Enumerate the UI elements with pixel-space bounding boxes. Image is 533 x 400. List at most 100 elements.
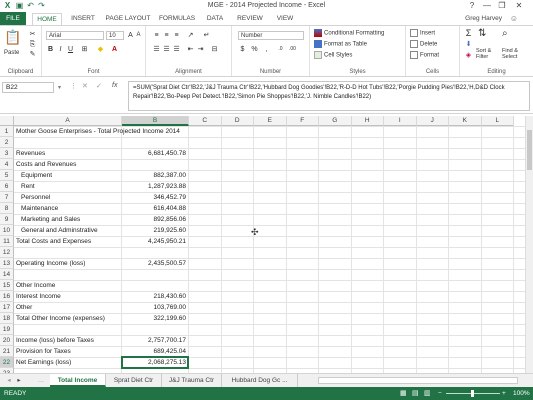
cell-b6[interactable]: 1,287,923.88 [122,181,186,192]
bold-icon[interactable]: B [46,45,55,54]
tab-formulas[interactable]: FORMULAS [156,13,198,25]
zoom-out-icon[interactable]: − [438,387,442,400]
cell-styles-button[interactable]: Cell Styles [314,51,352,59]
name-box[interactable]: B22 [2,82,54,93]
page-break-view-icon[interactable]: ▥ [424,387,431,400]
shrink-font-icon[interactable]: A [134,31,143,40]
conditional-formatting-button[interactable]: Conditional Formatting [314,29,384,37]
column-header-k[interactable]: K [449,116,482,126]
percent-style-icon[interactable]: % [250,45,259,54]
cell-a6[interactable]: Rent [21,181,35,192]
row-header-15[interactable]: 15 [0,280,14,291]
column-header-d[interactable]: D [221,116,254,126]
comma-style-icon[interactable]: , [262,45,271,54]
format-painter-icon[interactable]: ✎ [28,50,37,59]
sheet-list-icon[interactable]: … [34,374,48,387]
delete-button[interactable]: Delete [410,40,437,48]
format-button[interactable]: Format [410,51,439,59]
row-header-19[interactable]: 19 [0,324,14,335]
row-header-9[interactable]: 9 [0,214,14,225]
selected-cell-b22[interactable] [121,356,189,369]
row-header-7[interactable]: 7 [0,192,14,203]
sheet-tab-hubbard-dog[interactable]: Hubbard Dog Gc ... [222,374,298,387]
cell-b8[interactable]: 616,404.88 [122,203,186,214]
row-header-8[interactable]: 8 [0,203,14,214]
align-center-icon[interactable]: ☰ [162,45,171,54]
column-header-j[interactable]: J [416,116,449,126]
column-header-l[interactable]: L [481,116,514,126]
tab-review[interactable]: REVIEW [232,13,268,25]
row-header-12[interactable]: 12 [0,247,14,258]
cell-a18[interactable]: Total Other Income (expenses) [16,313,105,324]
align-left-icon[interactable]: ☰ [152,45,161,54]
cell-a8[interactable]: Maintenance [21,203,58,214]
column-header-g[interactable]: G [319,116,352,126]
zoom-in-icon[interactable]: + [502,387,506,400]
row-header-5[interactable]: 5 [0,170,14,181]
font-size-dropdown[interactable]: 10 [106,31,124,40]
fill-color-icon[interactable]: ◆ [96,45,105,54]
indent-decrease-icon[interactable]: ⇤ [186,45,195,54]
row-header-14[interactable]: 14 [0,269,14,280]
formula-input[interactable]: =SUM('Sprat Diet Ctr'!B22,'J&J Trauma Ct… [128,81,530,111]
cell-a4[interactable]: Costs and Revenues [16,159,76,170]
accounting-format-icon[interactable]: $ [238,45,247,54]
tab-home[interactable]: HOME [32,13,62,25]
row-header-20[interactable]: 20 [0,335,14,346]
row-header-10[interactable]: 10 [0,225,14,236]
horizontal-scrollbar[interactable] [318,377,518,384]
cell-b11[interactable]: 4,245,950.21 [122,236,186,247]
row-header-11[interactable]: 11 [0,236,14,247]
cell-a20[interactable]: Income (loss) before Taxes [16,335,94,346]
cell-b5[interactable]: 882,387.00 [122,170,186,181]
font-color-icon[interactable]: A [110,45,119,54]
cell-a17[interactable]: Other [16,302,32,313]
zoom-level[interactable]: 100% [513,387,530,400]
tab-insert[interactable]: INSERT [66,13,100,25]
orientation-icon[interactable]: ↗ [186,31,195,40]
row-header-13[interactable]: 13 [0,258,14,269]
merge-center-icon[interactable]: ⊟ [210,45,219,54]
cell-a16[interactable]: Interest Income [16,291,61,302]
row-header-16[interactable]: 16 [0,291,14,302]
cell-a11[interactable]: Total Costs and Expenses [16,236,91,247]
next-sheet-icon[interactable]: ▸ [14,374,24,387]
column-header-i[interactable]: I [384,116,417,126]
worksheet-grid[interactable]: ABCDEFGHIJKL 1 2 3 4 5 6 7 8 9 10 11 12 13 14 15 16 17 18… [0,116,525,373]
tab-data[interactable]: DATA [202,13,228,25]
cell-b13[interactable]: 2,435,500.57 [122,258,186,269]
vertical-scrollbar[interactable] [525,116,533,373]
underline-icon[interactable]: U [66,45,75,54]
cancel-entry-icon[interactable]: ✕ [82,82,88,90]
paste-icon[interactable]: 📋 [4,29,21,46]
fbar-menu-icon[interactable]: ⋮ [70,82,77,90]
format-as-table-button[interactable]: Format as Table [314,40,367,48]
cell-a1[interactable]: Mother Goose Enterprises - Total Project… [16,126,180,137]
sort-filter-icon[interactable]: ⇅ [478,28,486,39]
clear-icon[interactable]: ◈ [464,51,473,60]
page-layout-view-icon[interactable]: ▤ [412,387,419,400]
cell-b16[interactable]: 218,430.60 [122,291,186,302]
align-right-icon[interactable]: ☰ [172,45,181,54]
user-avatar[interactable]: ☺ [506,13,522,25]
zoom-slider-thumb[interactable] [471,390,474,397]
autosum-icon[interactable]: Σ [464,29,473,38]
column-header-a[interactable]: A [14,116,122,126]
insert-function-button[interactable]: fx [112,82,117,89]
cell-b17[interactable]: 103,769.00 [122,302,186,313]
normal-view-icon[interactable]: ▦ [400,387,407,400]
font-name-dropdown[interactable]: Arial [46,31,104,40]
cell-a13[interactable]: Operating Income (loss) [16,258,85,269]
user-name[interactable]: Greg Harvey [452,13,502,25]
row-header-18[interactable]: 18 [0,313,14,324]
borders-icon[interactable]: ⊞ [80,45,89,54]
fill-icon[interactable]: ⬇ [464,40,473,49]
prev-sheet-icon[interactable]: ◂ [4,374,14,387]
column-header-e[interactable]: E [254,116,287,126]
cell-a21[interactable]: Provision for Taxes [16,346,71,357]
increase-decimal-icon[interactable]: .0 [276,45,285,54]
close-button[interactable]: ✕ [512,0,526,12]
column-header-b[interactable]: B [122,116,189,126]
cell-b18[interactable]: 322,199.60 [122,313,186,324]
find-select-icon[interactable]: ⌕ [502,28,508,39]
